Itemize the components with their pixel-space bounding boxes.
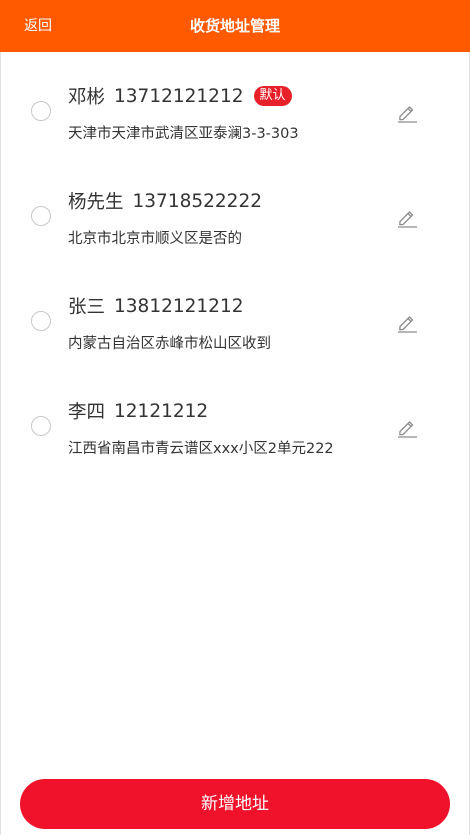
address-text: 天津市天津市武清区亚泰澜3-3-303 bbox=[68, 126, 299, 142]
pencil-icon[interactable] bbox=[396, 311, 418, 333]
contact-phone: 12121212 bbox=[114, 400, 209, 422]
contact-name: 邓彬 bbox=[68, 87, 106, 108]
contact-name: 李四 bbox=[68, 402, 106, 423]
address-text: 江西省南昌市青云谱区xxx小区2单元222 bbox=[68, 441, 334, 457]
select-radio[interactable] bbox=[31, 311, 51, 331]
contact-line: 邓彬 13712121212 默认 bbox=[68, 82, 292, 110]
address-item[interactable]: 邓彬 13712121212 默认 天津市天津市武清区亚泰澜3-3-303 bbox=[0, 52, 470, 157]
pencil-icon[interactable] bbox=[396, 101, 418, 123]
address-list: 邓彬 13712121212 默认 天津市天津市武清区亚泰澜3-3-303 杨先… bbox=[0, 52, 470, 472]
contact-line: 李四 12121212 bbox=[68, 397, 208, 425]
select-radio[interactable] bbox=[31, 101, 51, 121]
contact-phone: 13712121212 bbox=[114, 85, 244, 107]
pencil-icon[interactable] bbox=[396, 416, 418, 438]
pencil-icon[interactable] bbox=[396, 206, 418, 228]
select-radio[interactable] bbox=[31, 206, 51, 226]
default-badge: 默认 bbox=[253, 86, 292, 106]
address-text: 北京市北京市顺义区是否的 bbox=[68, 231, 242, 247]
address-item[interactable]: 李四 12121212 江西省南昌市青云谱区xxx小区2单元222 bbox=[0, 367, 470, 472]
contact-name: 杨先生 bbox=[68, 192, 124, 213]
address-item[interactable]: 张三 13812121212 内蒙古自治区赤峰市松山区收到 bbox=[0, 262, 470, 367]
address-item[interactable]: 杨先生 13718522222 北京市北京市顺义区是否的 bbox=[0, 157, 470, 262]
contact-line: 杨先生 13718522222 bbox=[68, 187, 262, 215]
contact-phone: 13718522222 bbox=[132, 190, 262, 212]
contact-line: 张三 13812121212 bbox=[68, 292, 244, 320]
add-address-button[interactable]: 新增地址 bbox=[20, 779, 450, 829]
address-text: 内蒙古自治区赤峰市松山区收到 bbox=[68, 336, 271, 352]
select-radio[interactable] bbox=[31, 416, 51, 436]
page-title: 收货地址管理 bbox=[189, 17, 280, 35]
contact-name: 张三 bbox=[68, 297, 106, 318]
contact-phone: 13812121212 bbox=[114, 295, 244, 317]
header-bar: 返回 收货地址管理 bbox=[0, 0, 470, 52]
